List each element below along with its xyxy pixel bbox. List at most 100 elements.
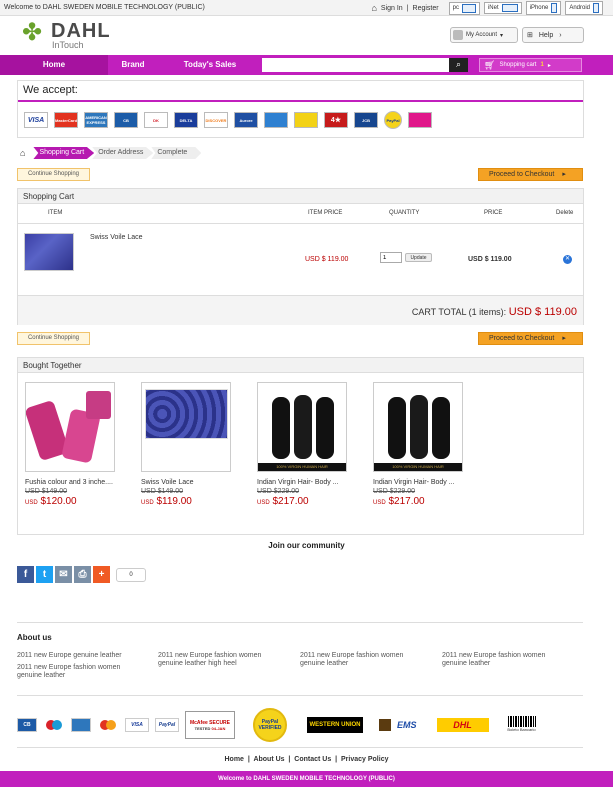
step-shopping-cart[interactable]: Shopping Cart: [33, 147, 95, 159]
chevron-right-icon: ▸: [547, 62, 551, 69]
payment-card-logo: [264, 112, 288, 128]
facebook-icon[interactable]: f: [17, 566, 34, 583]
proceed-to-checkout-button-bottom[interactable]: Proceed to Checkout ▸: [478, 332, 583, 345]
paypal-verified-badge: PayPal VERIFIED: [253, 708, 287, 742]
about-link[interactable]: 2011 new Europe genuine leather: [17, 652, 147, 660]
proceed-to-checkout-button[interactable]: Proceed to Checkout ▸: [478, 168, 583, 181]
product-thumbnail[interactable]: [24, 233, 74, 271]
amex-logo: [71, 718, 91, 732]
payment-card-logo: PayPal: [384, 111, 402, 129]
barcode-icon: [507, 716, 536, 727]
col-quantity: QUANTITY: [389, 210, 420, 216]
device-inet[interactable]: iNet: [483, 2, 522, 14]
product-name[interactable]: Swiss Voile Lace: [141, 478, 231, 487]
about-link[interactable]: 2011 new Europe fashion women genuine le…: [17, 664, 147, 680]
footer-links: Home | About Us | Contact Us | Privacy P…: [224, 756, 389, 763]
continue-shopping-button-bottom[interactable]: Continue Shopping: [17, 332, 90, 345]
divider: [17, 747, 583, 748]
footer-link-privacy[interactable]: Privacy Policy: [341, 756, 388, 763]
about-link[interactable]: 2011 new Europe fashion women genuine le…: [442, 652, 572, 668]
about-link[interactable]: 2011 new Europe fashion women genuine le…: [158, 652, 283, 668]
device-iphone[interactable]: iPhone: [525, 1, 562, 15]
plus-share-icon[interactable]: +: [93, 566, 110, 583]
continue-shopping-button[interactable]: Continue Shopping: [17, 168, 90, 181]
sign-in-link[interactable]: Sign In: [381, 5, 403, 12]
nav-todays-sales[interactable]: Today's Sales: [172, 55, 248, 75]
payment-card-logo: [408, 112, 432, 128]
product-name[interactable]: Indian Virgin Hair- Body ...: [257, 478, 347, 487]
product-old-price: USD $149.00: [25, 488, 68, 495]
chevron-right-icon: ›: [559, 31, 562, 39]
clover-logo-icon[interactable]: ✤: [22, 21, 42, 45]
product-name[interactable]: Indian Virgin Hair- Body ...: [373, 478, 463, 487]
product-image-hair[interactable]: 100% VIRGIN HUMAN HAIR: [373, 382, 463, 472]
cart-item-name[interactable]: Swiss Voile Lace: [90, 234, 143, 241]
quantity-input[interactable]: [380, 252, 402, 263]
monitor-icon: [461, 3, 476, 13]
product-image-lace[interactable]: [141, 382, 231, 472]
device-pc[interactable]: pc: [448, 1, 480, 15]
search-button[interactable]: ⌕: [449, 58, 468, 72]
accept-title: We accept:: [23, 84, 78, 96]
footer-link-contact[interactable]: Contact Us: [294, 756, 331, 763]
chevron-right-icon: ▸: [562, 171, 566, 178]
product-image-hair[interactable]: 100% VIRGIN HUMAN HAIR: [257, 382, 347, 472]
payment-card-logo: CB: [114, 112, 138, 128]
device-android[interactable]: Android: [565, 1, 603, 15]
visa-logo: VISA: [125, 718, 149, 732]
footer-link-home[interactable]: Home: [225, 756, 244, 763]
delete-icon[interactable]: ✕: [563, 255, 572, 264]
search-input[interactable]: [262, 58, 449, 72]
payment-card-logo: VISA: [24, 112, 48, 128]
about-link[interactable]: 2011 new Europe fashion women genuine le…: [300, 652, 425, 668]
home-icon[interactable]: ⌂: [371, 3, 376, 13]
product-card[interactable]: Fushia colour and 3 inche.... USD $149.0…: [25, 382, 115, 507]
ems-logo: EMS: [397, 720, 417, 730]
shopping-cart-button[interactable]: 🛒︎ Shopping cart 1 ▸: [479, 58, 582, 72]
product-price: USD $119.00: [141, 496, 192, 507]
footer-link-about[interactable]: About Us: [253, 756, 284, 763]
payment-card-logo: 4★: [324, 112, 348, 128]
nav-brand[interactable]: Brand: [108, 55, 158, 75]
home-icon[interactable]: ⌂: [20, 148, 25, 158]
mcafee-secure-badge: McAfee SECURE TESTED 04-JAN: [185, 711, 235, 739]
shopping-cart-table: Shopping Cart ITEM ITEM PRICE QUANTITY P…: [17, 188, 584, 325]
register-link[interactable]: Register: [413, 5, 439, 12]
mastercard-logo: [97, 718, 119, 732]
top-bar-right: ⌂ Sign In | Register pc iNet iPhone Andr…: [371, 1, 603, 15]
product-price: USD $217.00: [373, 496, 425, 507]
product-image-shoes[interactable]: [25, 382, 115, 472]
cart-count-badge: 1: [540, 62, 544, 68]
twitter-icon[interactable]: t: [36, 566, 53, 583]
update-button[interactable]: Update: [405, 253, 432, 262]
cart-title: Shopping Cart: [18, 189, 583, 204]
ups-logo: [379, 719, 391, 731]
cart-total: CART TOTAL (1 items): USD $ 119.00: [411, 306, 577, 318]
product-old-price: USD $149.00: [141, 488, 184, 495]
phone-icon: [551, 3, 558, 13]
share-count: 0: [116, 567, 146, 582]
product-card[interactable]: 100% VIRGIN HUMAN HAIR Indian Virgin Hai…: [257, 382, 347, 507]
product-old-price: USD $229.00: [257, 488, 300, 495]
tablet-icon: [593, 3, 599, 13]
header: ✤ DAHL InTouch My Account ▾ ⊞ Help ›: [0, 16, 613, 54]
print-icon[interactable]: ⎙: [74, 566, 91, 583]
product-card[interactable]: Swiss Voile Lace USD $149.00 USD $119.00: [141, 382, 231, 507]
my-account-button[interactable]: My Account ▾: [450, 27, 518, 43]
cart-item-unit-price: USD $ 119.00: [305, 256, 349, 263]
step-order-address: Order Address: [92, 147, 154, 159]
cart-item-price: USD $ 119.00: [468, 256, 512, 263]
product-price: USD $120.00: [25, 496, 77, 507]
join-community-title: Join our community: [268, 541, 345, 550]
logo-subtitle: InTouch: [52, 40, 84, 50]
step-complete: Complete: [151, 147, 202, 159]
help-button[interactable]: ⊞ Help ›: [522, 27, 584, 43]
product-name[interactable]: Fushia colour and 3 inche....: [25, 478, 115, 487]
help-grid-icon: ⊞: [527, 32, 533, 39]
product-old-price: USD $229.00: [373, 488, 416, 495]
cart-icon: 🛒︎: [484, 59, 496, 70]
email-icon[interactable]: ✉: [55, 566, 72, 583]
nav-home[interactable]: Home: [0, 55, 108, 75]
product-card[interactable]: 100% VIRGIN HUMAN HAIR Indian Virgin Hai…: [373, 382, 463, 507]
avatar-icon: [453, 30, 463, 40]
